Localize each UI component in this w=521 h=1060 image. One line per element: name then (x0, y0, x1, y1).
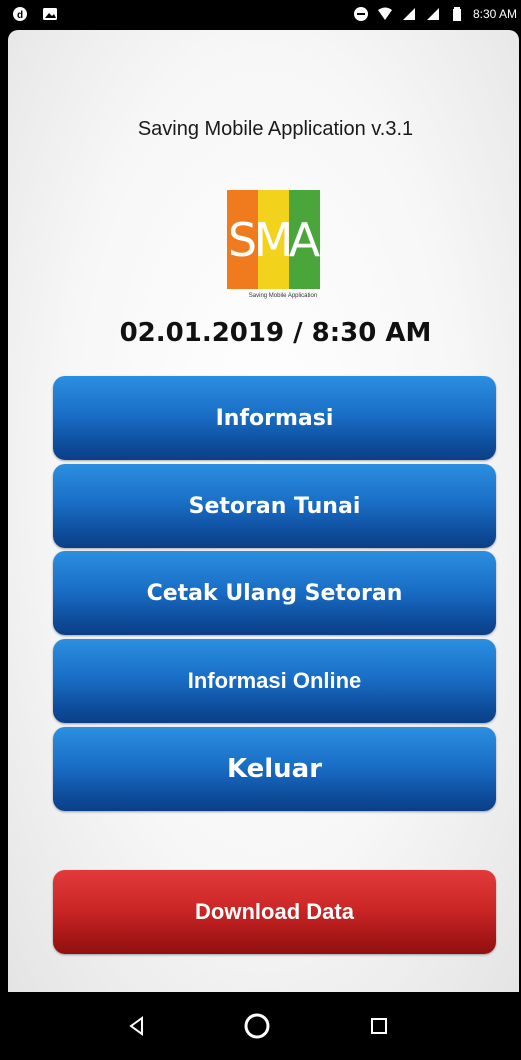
setoran-tunai-button[interactable]: Setoran Tunai (53, 464, 496, 548)
svg-text:d: d (17, 10, 23, 21)
datetime-display: 02.01.2019 / 8:30 AM (119, 318, 432, 348)
logo-letters: S M A (227, 190, 320, 289)
back-icon[interactable] (120, 1009, 154, 1043)
download-data-button[interactable]: Download Data (53, 870, 496, 954)
sma-logo: S M A Saving Mobile Application (227, 190, 339, 315)
wifi-icon (377, 6, 393, 22)
status-time: 8:30 AM (472, 7, 517, 21)
do-not-disturb-icon (353, 6, 369, 22)
cetak-ulang-setoran-button[interactable]: Cetak Ulang Setoran (53, 551, 496, 635)
logo-subtitle: Saving Mobile Application (248, 293, 318, 299)
logo-letter-a: A (289, 190, 320, 289)
status-bar: d 8:30 AM (0, 0, 521, 30)
recents-icon[interactable] (362, 1009, 396, 1043)
informasi-button[interactable]: Informasi (53, 376, 496, 460)
keluar-button[interactable]: Keluar (53, 727, 496, 811)
informasi-online-button[interactable]: Informasi Online (53, 639, 496, 723)
signal-icon (425, 6, 441, 22)
app-title: Saving Mobile Application v.3.1 (137, 118, 414, 140)
navigation-bar (0, 992, 521, 1060)
app-screen: Saving Mobile Application v.3.1 S M A Sa… (8, 30, 519, 992)
battery-icon (449, 6, 465, 22)
status-left: d (12, 6, 58, 22)
signal-icon (401, 6, 417, 22)
status-right: 8:30 AM (353, 6, 517, 22)
image-icon (42, 6, 58, 22)
notification-icon: d (12, 6, 28, 22)
logo-letter-m: M (254, 190, 293, 289)
home-icon[interactable] (240, 1009, 274, 1043)
